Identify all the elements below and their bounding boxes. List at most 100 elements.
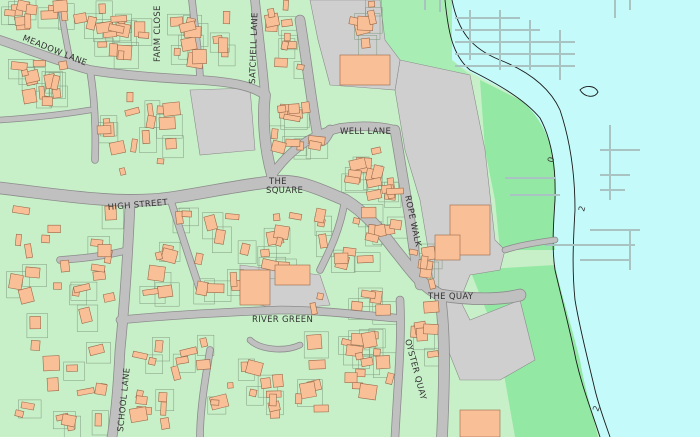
building xyxy=(110,15,128,23)
building xyxy=(423,300,440,314)
building xyxy=(267,7,276,19)
building xyxy=(154,339,164,353)
map-canvas[interactable]: MEADOW LANE FARM CLOSE SATCHELL LANE WEL… xyxy=(0,0,700,437)
building xyxy=(94,382,108,396)
building xyxy=(147,356,157,366)
building xyxy=(117,50,125,61)
building xyxy=(419,255,429,270)
building xyxy=(248,388,258,398)
building xyxy=(156,284,174,299)
building xyxy=(225,213,240,221)
building xyxy=(94,413,102,427)
building xyxy=(352,217,361,225)
building xyxy=(273,224,290,240)
label-farm-close: FARM CLOSE xyxy=(153,5,163,62)
large-building xyxy=(434,234,461,261)
building xyxy=(58,60,68,71)
building xyxy=(47,224,61,234)
building xyxy=(60,413,77,428)
building xyxy=(206,283,225,294)
building xyxy=(21,87,38,105)
building xyxy=(272,213,281,222)
building xyxy=(41,96,53,107)
building xyxy=(8,273,24,291)
building xyxy=(96,125,112,135)
building xyxy=(229,271,238,288)
building xyxy=(356,254,374,264)
building xyxy=(126,91,134,103)
building xyxy=(165,137,177,150)
building xyxy=(213,228,226,245)
building xyxy=(53,282,62,290)
building xyxy=(20,68,29,77)
building xyxy=(29,316,41,330)
building xyxy=(375,355,391,370)
building xyxy=(137,31,150,39)
building xyxy=(97,244,112,258)
building xyxy=(360,37,371,49)
road xyxy=(435,290,450,437)
building xyxy=(296,63,305,71)
building xyxy=(59,259,71,273)
building xyxy=(386,187,404,195)
building xyxy=(316,292,325,301)
large-building xyxy=(239,269,271,306)
building xyxy=(222,11,231,25)
building xyxy=(269,393,277,407)
building xyxy=(158,391,168,403)
building xyxy=(354,351,364,361)
building xyxy=(4,9,16,17)
building xyxy=(191,48,207,65)
building xyxy=(160,401,167,416)
building xyxy=(66,364,78,372)
building xyxy=(372,348,381,357)
building xyxy=(10,61,28,72)
building xyxy=(300,101,311,114)
building xyxy=(260,377,272,390)
building xyxy=(32,60,47,67)
building xyxy=(358,383,378,401)
building xyxy=(24,13,32,29)
building xyxy=(277,104,287,114)
label-well-lane: WELL LANE xyxy=(340,127,391,137)
building xyxy=(30,339,41,351)
building xyxy=(42,355,61,372)
building xyxy=(108,43,118,57)
building xyxy=(162,101,181,117)
building xyxy=(367,0,376,8)
building xyxy=(260,248,271,258)
building xyxy=(274,57,288,68)
building xyxy=(227,382,234,389)
building xyxy=(128,406,149,424)
building xyxy=(280,18,293,28)
label-the-quay: THE QUAY xyxy=(427,292,474,302)
building xyxy=(344,372,358,383)
building xyxy=(73,12,88,25)
building xyxy=(181,210,192,218)
building xyxy=(218,37,229,54)
building xyxy=(284,32,291,42)
building xyxy=(14,233,22,247)
building xyxy=(285,138,301,147)
building xyxy=(159,417,171,430)
label-the-square-2: SQUARE xyxy=(266,186,303,196)
car-park xyxy=(189,87,256,156)
building xyxy=(350,300,364,312)
building xyxy=(135,395,148,406)
building xyxy=(24,266,41,279)
building xyxy=(272,373,284,388)
building xyxy=(308,140,322,151)
building xyxy=(282,0,289,11)
building xyxy=(173,47,181,56)
building xyxy=(288,103,300,115)
large-building xyxy=(459,409,501,437)
building xyxy=(98,3,106,14)
building xyxy=(360,330,378,349)
building xyxy=(334,252,349,265)
building xyxy=(375,304,391,316)
large-building xyxy=(339,54,391,86)
building xyxy=(25,3,38,16)
building xyxy=(313,404,329,413)
building xyxy=(41,234,51,244)
building xyxy=(180,36,198,52)
